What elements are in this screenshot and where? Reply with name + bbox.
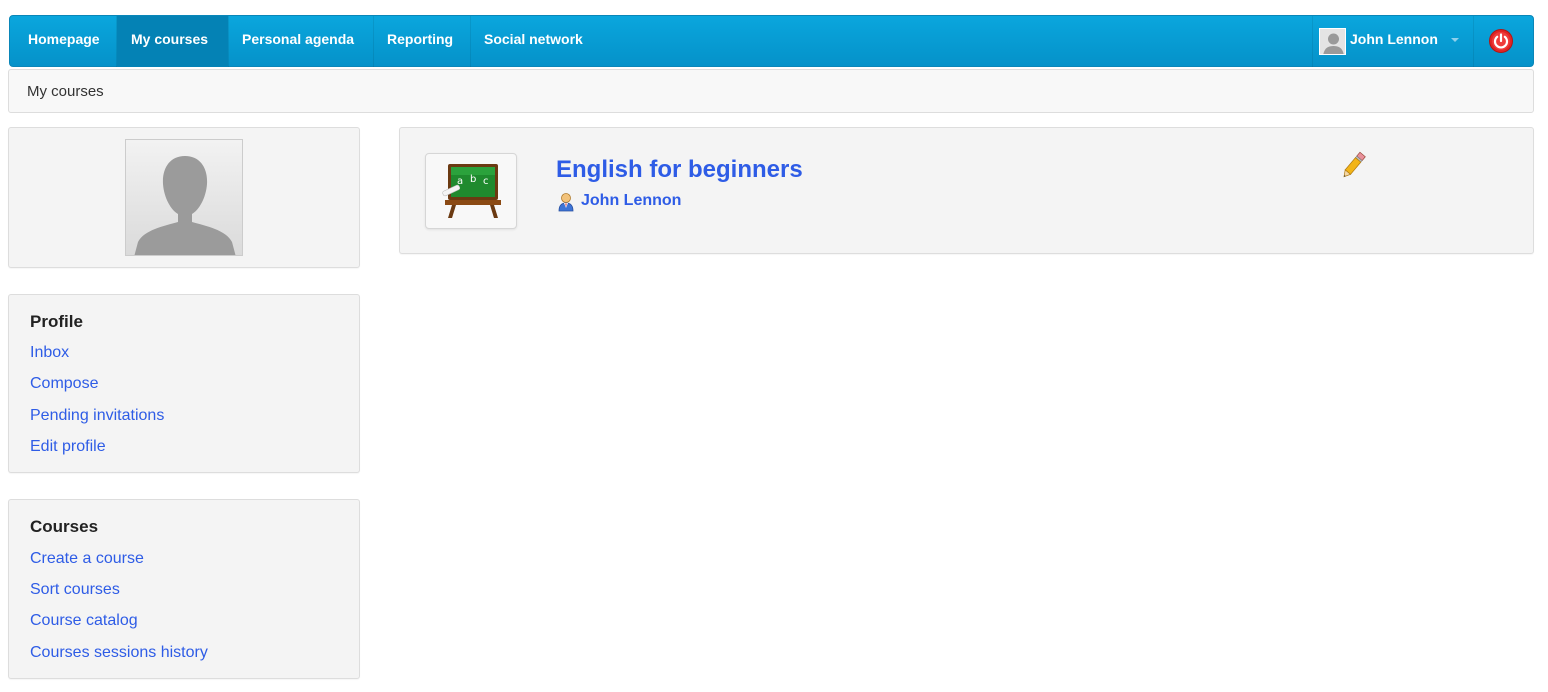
course-thumbnail[interactable]: a b c <box>425 153 517 229</box>
inbox-link[interactable]: Inbox <box>30 344 69 362</box>
course-title-link[interactable]: English for beginners <box>556 156 803 184</box>
courses-sessions-history-link[interactable]: Courses sessions history <box>30 644 208 662</box>
top-navbar: Homepage My courses Personal agenda Repo… <box>9 15 1534 67</box>
compose-link[interactable]: Compose <box>30 375 98 393</box>
create-course-link[interactable]: Create a course <box>30 550 144 568</box>
nav-divider <box>1473 16 1474 67</box>
pencil-icon[interactable] <box>1339 151 1367 181</box>
edit-profile-link[interactable]: Edit profile <box>30 438 106 456</box>
nav-my-courses[interactable]: My courses <box>117 16 228 67</box>
nav-social-network[interactable]: Social network <box>470 16 597 67</box>
user-avatar-panel <box>8 127 360 268</box>
user-avatar-large[interactable] <box>125 139 243 256</box>
chevron-down-icon <box>1451 38 1459 42</box>
user-avatar-icon <box>1319 28 1346 55</box>
user-dropdown[interactable]: John Lennon <box>1312 16 1459 67</box>
user-name: John Lennon <box>1350 31 1438 47</box>
teacher-icon <box>557 192 575 212</box>
pending-invitations-link[interactable]: Pending invitations <box>30 407 164 425</box>
breadcrumb-current: My courses <box>27 83 104 100</box>
svg-text:b: b <box>470 174 476 185</box>
nav-reporting[interactable]: Reporting <box>373 16 467 67</box>
sort-courses-link[interactable]: Sort courses <box>30 581 120 599</box>
profile-heading: Profile <box>30 312 83 331</box>
power-icon[interactable] <box>1488 28 1514 54</box>
teacher-name: John Lennon <box>581 192 682 209</box>
blackboard-abc-icon: a b c <box>442 164 501 218</box>
courses-panel: Courses Create a course Sort courses Cou… <box>8 499 360 679</box>
courses-heading: Courses <box>30 517 99 536</box>
course-card: a b c English for beginners John Lennon <box>399 127 1534 254</box>
breadcrumb: My courses <box>8 69 1534 113</box>
profile-panel: Profile Inbox Compose Pending invitation… <box>8 294 360 473</box>
svg-text:c: c <box>483 176 489 187</box>
nav-homepage[interactable]: Homepage <box>14 16 114 67</box>
course-catalog-link[interactable]: Course catalog <box>30 612 138 630</box>
nav-personal-agenda[interactable]: Personal agenda <box>228 16 368 67</box>
